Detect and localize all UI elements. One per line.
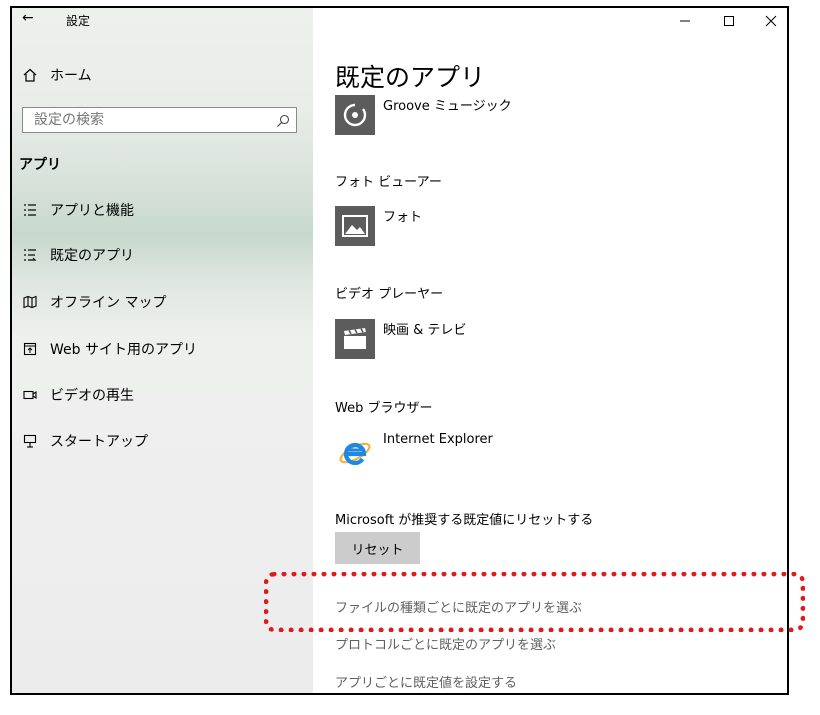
maximize-button[interactable]	[709, 8, 749, 34]
sidebar-item-label: 既定のアプリ	[50, 248, 134, 264]
choose-by-file-type-link[interactable]: ファイルの種類ごとに既定のアプリを選ぶ	[335, 597, 582, 616]
photos-icon	[335, 206, 375, 246]
sidebar: ← 設定 ホーム アプリ アプリと機能 既定のアプリ	[12, 8, 313, 693]
reset-button[interactable]: リセット	[335, 532, 420, 564]
map-icon	[22, 294, 38, 310]
music-app-name: Groove ミュージック	[383, 99, 512, 114]
maximize-icon	[724, 16, 734, 26]
photo-viewer-label: フォト ビューアー	[335, 175, 442, 190]
main-content: 既定のアプリ Groove ミュージック フォト ビューアー フォト ビデオ プ…	[313, 8, 787, 693]
music-app-selector[interactable]: Groove ミュージック	[335, 95, 512, 135]
nav-home-label: ホーム	[50, 68, 92, 84]
sidebar-item-offline-maps[interactable]: オフライン マップ	[12, 285, 313, 319]
sidebar-item-label: スタートアップ	[50, 434, 148, 450]
sidebar-item-startup[interactable]: スタートアップ	[12, 424, 313, 458]
minimize-icon	[680, 20, 690, 22]
close-button[interactable]	[751, 8, 787, 34]
search-input[interactable]	[23, 111, 266, 129]
video-app-selector[interactable]: 映画 & テレビ	[335, 319, 466, 359]
web-browser-label: Web ブラウザー	[335, 401, 433, 416]
photo-app-selector[interactable]: フォト	[335, 206, 422, 246]
startup-icon	[22, 433, 38, 449]
window-title: 設定	[66, 14, 91, 28]
page-title: 既定のアプリ	[335, 63, 486, 92]
browser-app-selector[interactable]: Internet Explorer	[335, 432, 493, 472]
home-icon	[22, 67, 38, 83]
browser-app-name: Internet Explorer	[383, 432, 493, 447]
choose-by-protocol-link[interactable]: プロトコルごとに既定のアプリを選ぶ	[335, 634, 556, 653]
section-apps: アプリ	[19, 157, 61, 173]
photo-app-name: フォト	[383, 210, 423, 225]
sidebar-item-default-apps[interactable]: 既定のアプリ	[12, 238, 313, 272]
nav-home[interactable]: ホーム	[12, 58, 313, 92]
sidebar-item-label: オフライン マップ	[50, 295, 167, 311]
sidebar-item-website-apps[interactable]: Web サイト用のアプリ	[12, 332, 313, 366]
sidebar-item-label: アプリと機能	[50, 203, 134, 219]
groove-music-icon	[335, 95, 375, 135]
sidebar-item-label: Web サイト用のアプリ	[50, 342, 197, 358]
video-app-name: 映画 & テレビ	[383, 323, 467, 338]
close-icon	[765, 15, 777, 27]
title-bar: ← 設定	[12, 8, 313, 34]
video-player-label: ビデオ プレーヤー	[335, 287, 444, 302]
back-arrow-icon[interactable]: ←	[22, 10, 34, 26]
sidebar-item-apps-features[interactable]: アプリと機能	[12, 193, 313, 227]
minimize-button[interactable]	[665, 8, 705, 34]
sidebar-item-video-playback[interactable]: ビデオの再生	[12, 378, 313, 412]
search-icon[interactable]	[276, 113, 290, 127]
video-icon	[22, 387, 38, 403]
set-defaults-by-app-link[interactable]: アプリごとに既定値を設定する	[335, 672, 517, 691]
reset-description: Microsoft が推奨する既定値にリセットする	[335, 513, 594, 528]
list-icon	[22, 202, 38, 218]
default-apps-icon	[22, 247, 38, 263]
website-app-icon	[22, 341, 38, 357]
settings-window: ← 設定 ホーム アプリ アプリと機能 既定のアプリ	[10, 6, 789, 695]
sidebar-item-label: ビデオの再生	[50, 388, 134, 404]
movies-tv-icon	[335, 319, 375, 359]
settings-search-box[interactable]	[22, 107, 297, 133]
internet-explorer-icon	[335, 432, 375, 472]
